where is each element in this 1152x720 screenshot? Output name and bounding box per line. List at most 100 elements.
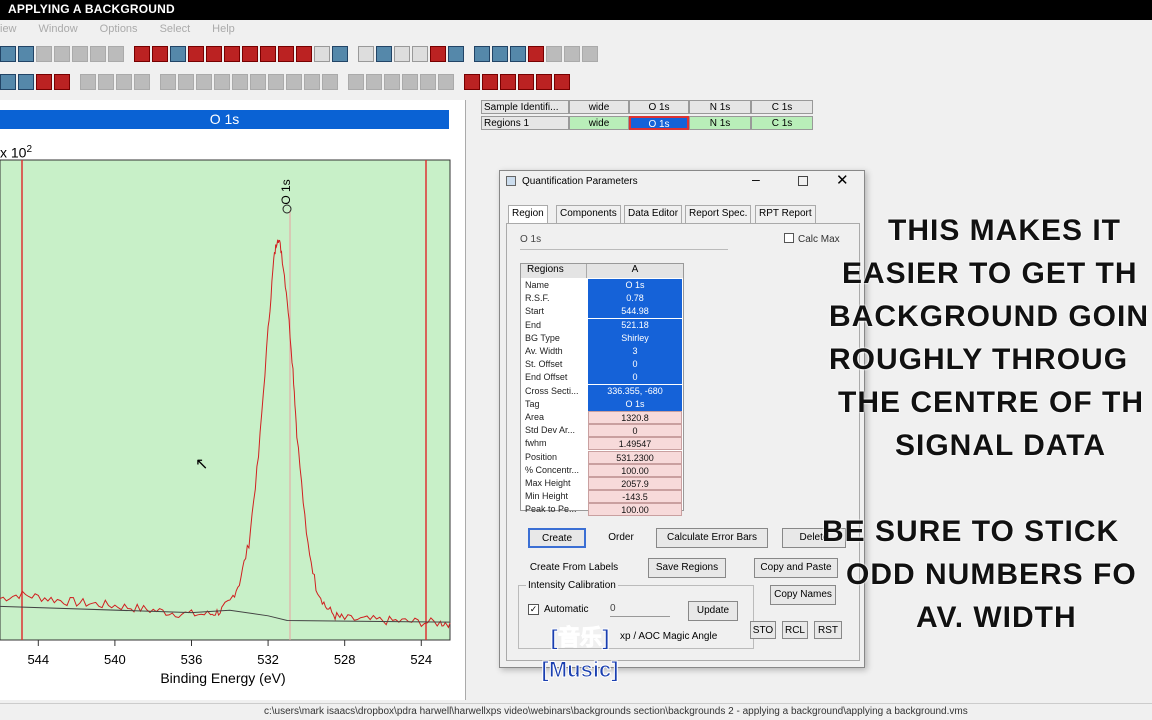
toolbar-icon[interactable] [36, 74, 52, 90]
save-icon[interactable] [18, 46, 34, 62]
toolbar-icon[interactable] [286, 74, 302, 90]
toolbar-icon[interactable] [160, 74, 176, 90]
toolbar-icon[interactable] [536, 74, 552, 90]
grid-cell[interactable]: wide [569, 100, 629, 114]
table-row-value[interactable]: 0 [588, 424, 682, 438]
table-row-value[interactable]: -143.5 [588, 490, 682, 504]
toolbar-icon[interactable] [518, 74, 534, 90]
maximize-icon[interactable] [798, 176, 808, 186]
table-row-value[interactable]: 0 [588, 371, 682, 385]
toolbar-icon[interactable] [0, 74, 16, 90]
table-row-value[interactable]: 0.78 [588, 292, 682, 306]
toolbar-icon[interactable] [376, 46, 392, 62]
toolbar-icon[interactable] [348, 74, 364, 90]
table-row-value[interactable]: 100.00 [588, 463, 682, 477]
toolbar-icon[interactable] [278, 46, 294, 62]
calibration-input[interactable]: 0 [610, 603, 670, 617]
toolbar-icon[interactable] [430, 46, 446, 62]
toolbar-icon[interactable] [170, 46, 186, 62]
close-icon[interactable]: ✕ [836, 171, 849, 189]
toolbar-icon[interactable] [412, 46, 428, 62]
toolbar-icon[interactable] [482, 74, 498, 90]
toolbar-icon[interactable] [98, 74, 114, 90]
toolbar-icon[interactable] [90, 46, 106, 62]
table-row-value[interactable]: 544.98 [588, 305, 682, 319]
grid-cell[interactable]: wide [569, 116, 629, 130]
toolbar-icon[interactable] [402, 74, 418, 90]
toolbar-icon[interactable] [510, 46, 526, 62]
rcl-button[interactable]: RCL [782, 621, 808, 639]
grid-cell[interactable]: N 1s [689, 100, 751, 114]
automatic-checkbox[interactable]: ✓ [528, 604, 539, 615]
table-row-value[interactable]: O 1s [588, 397, 682, 411]
menu-view[interactable]: iew [0, 23, 17, 40]
tab-report-spec[interactable]: Report Spec. [685, 205, 752, 223]
toolbar-icon[interactable] [36, 46, 52, 62]
minimize-icon[interactable]: – [752, 171, 760, 187]
grid-cell-selected[interactable]: O 1s [629, 116, 689, 130]
toolbar-icon[interactable] [196, 74, 212, 90]
update-button[interactable]: Update [688, 601, 738, 621]
toolbar-icon[interactable] [80, 74, 96, 90]
toolbar-icon[interactable] [178, 74, 194, 90]
grid-cell[interactable]: C 1s [751, 100, 813, 114]
table-row-value[interactable]: 3 [588, 345, 682, 358]
table-row-value[interactable]: 336.355, -680 [588, 384, 682, 398]
toolbar-icon[interactable] [54, 46, 70, 62]
table-row-value[interactable]: 521.18 [588, 318, 682, 332]
toolbar-icon[interactable] [492, 46, 508, 62]
create-from-labels-button[interactable]: Create From Labels [528, 558, 620, 578]
toolbar-icon[interactable] [546, 46, 562, 62]
table-row-value[interactable]: Shirley [588, 331, 682, 345]
calc-max-checkbox[interactable] [784, 233, 794, 243]
toolbar-icon[interactable] [564, 46, 580, 62]
toolbar-icon[interactable] [314, 46, 330, 62]
tab-region[interactable]: Region [508, 205, 548, 223]
toolbar-icon[interactable] [260, 46, 276, 62]
table-row-value[interactable]: 100.00 [588, 503, 682, 517]
rst-button[interactable]: RST [814, 621, 842, 639]
toolbar-icon[interactable] [464, 74, 480, 90]
sto-button[interactable]: STO [750, 621, 776, 639]
toolbar-icon[interactable] [448, 46, 464, 62]
help-icon[interactable] [582, 46, 598, 62]
grid-cell[interactable]: O 1s [629, 100, 689, 114]
toolbar-icon[interactable] [366, 74, 382, 90]
save-regions-button[interactable]: Save Regions [648, 558, 726, 578]
toolbar-icon[interactable] [134, 74, 150, 90]
toolbar-icon[interactable] [250, 74, 266, 90]
order-button[interactable]: Order [598, 528, 644, 548]
toolbar-icon[interactable] [72, 46, 88, 62]
toolbar-icon[interactable] [224, 46, 240, 62]
grid-cell[interactable]: C 1s [751, 116, 813, 130]
region-grid[interactable]: Sample Identifi... wide O 1s N 1s C 1s R… [481, 100, 813, 132]
toolbar-icon[interactable] [322, 74, 338, 90]
toolbar-icon[interactable] [134, 46, 150, 62]
toolbar-icon[interactable] [0, 46, 16, 62]
toolbar-icon[interactable] [188, 46, 204, 62]
toolbar-icon[interactable] [500, 74, 516, 90]
toolbar-icon[interactable] [206, 46, 222, 62]
toolbar-icon[interactable] [304, 74, 320, 90]
tab-components[interactable]: Components [556, 205, 621, 223]
table-row-value[interactable]: 1320.8 [588, 411, 682, 424]
toolbar-icon[interactable] [474, 46, 490, 62]
region-name-field[interactable]: O 1s [520, 234, 728, 250]
menu-help[interactable]: Help [212, 23, 235, 40]
toolbar-icon[interactable] [232, 74, 248, 90]
table-row-value[interactable]: O 1s [588, 279, 682, 292]
tab-rpt-report[interactable]: RPT Report [755, 205, 816, 223]
toolbar-icon[interactable] [54, 74, 70, 90]
toolbar-icon[interactable] [358, 46, 374, 62]
toolbar-icon[interactable] [242, 46, 258, 62]
table-row-value[interactable]: 531.2300 [588, 450, 682, 464]
table-row-value[interactable]: 1.49547 [588, 437, 682, 451]
menu-window[interactable]: Window [39, 23, 78, 40]
calculate-error-bars-button[interactable]: Calculate Error Bars [656, 528, 768, 548]
create-button[interactable]: Create [528, 528, 586, 548]
tab-data-editor[interactable]: Data Editor [624, 205, 683, 223]
toolbar-icon[interactable] [332, 46, 348, 62]
table-row-value[interactable]: 2057.9 [588, 477, 682, 490]
menu-select[interactable]: Select [160, 23, 191, 40]
toolbar-icon[interactable] [116, 74, 132, 90]
